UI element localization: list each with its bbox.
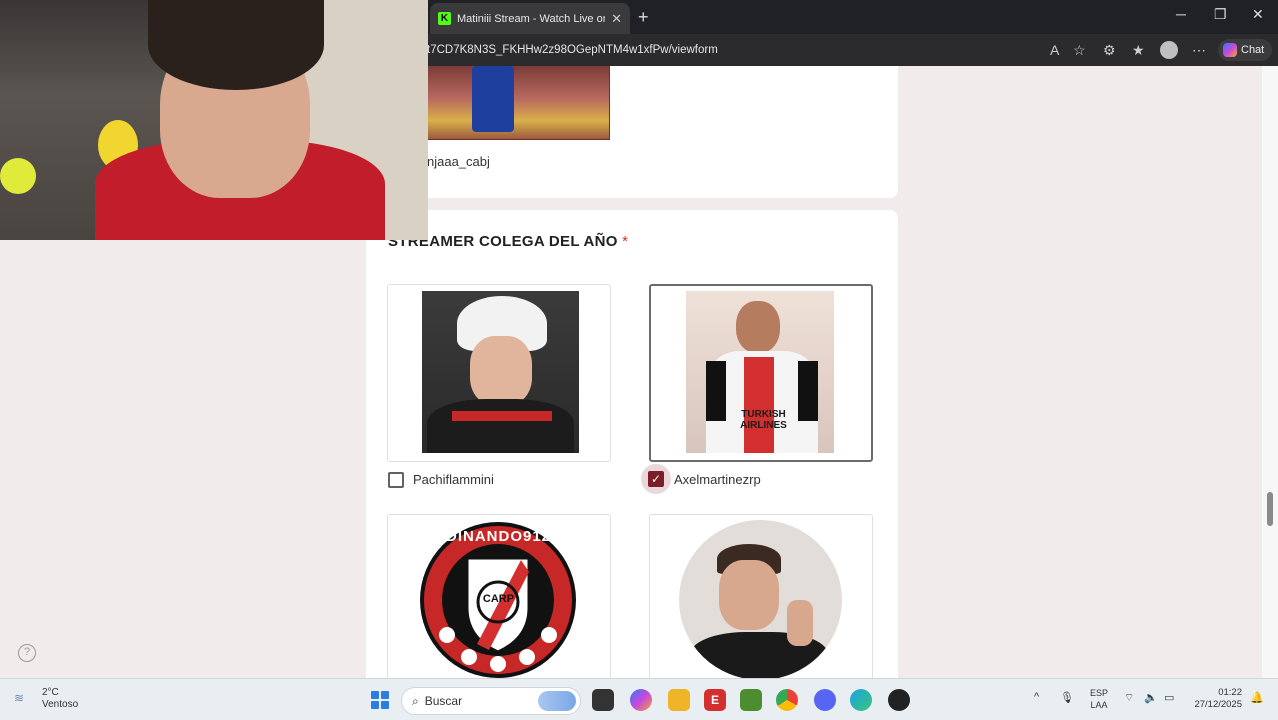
webcam-overlay — [0, 0, 428, 240]
tab-title: Matiniii Stream - Watch Live on Ki — [457, 12, 605, 25]
scrollbar-thumb[interactable] — [1267, 492, 1273, 526]
page-scrollbar[interactable] — [1262, 66, 1278, 678]
read-aloud-icon[interactable]: A — [1050, 42, 1059, 58]
webcam-person-hair — [148, 0, 324, 90]
volume-icon[interactable]: 🔈 — [1144, 691, 1158, 704]
favorites-icon[interactable]: ★ — [1132, 42, 1145, 59]
clock-time: 01:22 — [1218, 687, 1242, 698]
close-window-button[interactable]: ✕ — [1252, 6, 1264, 23]
discord-icon[interactable] — [814, 689, 836, 711]
previous-option-image[interactable] — [427, 66, 610, 140]
copilot-icon — [1223, 43, 1237, 57]
weather-desc: Ventoso — [42, 699, 79, 710]
lang-code: ESP — [1090, 688, 1109, 698]
chat-label: Chat — [1241, 44, 1265, 56]
tray-overflow-icon[interactable]: ^ — [1034, 691, 1039, 703]
chrome-icon[interactable] — [776, 689, 798, 711]
tab-kick-stream[interactable]: K Matiniii Stream - Watch Live on Ki ✕ — [430, 3, 630, 34]
microphone-icon[interactable]: 🎙 — [1060, 691, 1074, 704]
option-label-pachiflammini: Pachiflammini — [413, 472, 494, 487]
checkbox-axelmartinezrp[interactable]: ✓ — [648, 471, 664, 487]
profile-icon[interactable] — [1160, 41, 1178, 59]
tab-close-icon[interactable]: ✕ — [611, 11, 622, 27]
lang-layout: LAA — [1090, 700, 1108, 710]
windows-taskbar: ≋ 2°C Ventoso ⌕ Buscar E ^ 🎙 ESP LAA ⌔ 🔈… — [0, 678, 1278, 720]
badge-name-text: DINANDO912 — [445, 528, 552, 545]
copilot-app-icon[interactable] — [630, 689, 652, 711]
search-highlight-icon — [538, 691, 576, 711]
badge-center-text: CARP — [482, 593, 515, 605]
checkbox-pachiflammini[interactable] — [388, 472, 404, 488]
option-label-axelmartinezrp: Axelmartinezrp — [674, 472, 761, 487]
extensions-icon[interactable]: ⚙ — [1103, 42, 1116, 59]
system-clock[interactable]: 01:22 27/12/2025 — [1190, 687, 1242, 711]
minimize-button[interactable]: ─ — [1176, 6, 1186, 22]
app-e-icon[interactable]: E — [704, 689, 726, 711]
start-button[interactable] — [371, 691, 389, 709]
language-indicator[interactable]: ESP LAA — [1090, 687, 1108, 711]
edge-icon[interactable] — [850, 689, 872, 711]
copilot-chat-button[interactable]: Chat — [1218, 39, 1272, 61]
option-photo-axelmartinezrp: TURKISH AIRLINES — [686, 291, 834, 453]
maximize-button[interactable]: ❐ — [1214, 6, 1227, 23]
clock-date: 27/12/2025 — [1194, 699, 1242, 710]
jersey-sponsor-text: TURKISH AIRLINES — [740, 409, 787, 431]
task-view-icon[interactable] — [592, 689, 614, 711]
more-icon[interactable]: ⋯ — [1192, 42, 1206, 59]
weather-widget[interactable]: ≋ 2°C Ventoso — [14, 687, 78, 711]
file-explorer-icon[interactable] — [668, 689, 690, 711]
help-icon[interactable]: ? — [18, 644, 36, 662]
minecraft-icon[interactable] — [740, 689, 762, 711]
url-field[interactable]: t7CD7K8N3S_FKHHw2z98OGepNTM4w1xfPw/viewf… — [427, 39, 1047, 61]
weather-temp: 2°C — [42, 687, 59, 698]
wifi-icon[interactable]: ⌔ — [1124, 691, 1134, 705]
notification-icon[interactable]: 🔔 — [1250, 691, 1264, 704]
player-figure — [472, 66, 514, 132]
taskbar-search[interactable]: ⌕ Buscar — [401, 687, 581, 715]
battery-icon[interactable]: ▭ — [1164, 691, 1174, 704]
wind-icon: ≋ — [14, 691, 25, 705]
search-placeholder: Buscar — [424, 694, 463, 708]
new-tab-button[interactable]: + — [638, 7, 649, 28]
obs-icon[interactable] — [888, 689, 910, 711]
webcam-ball — [0, 158, 36, 194]
kick-favicon-icon: K — [438, 12, 451, 25]
favorite-star-icon[interactable]: ☆ — [1073, 42, 1086, 59]
required-marker: * — [622, 233, 629, 250]
search-icon: ⌕ — [412, 693, 419, 708]
previous-option-label: njaaa_cabj — [427, 154, 490, 169]
option-photo-thumbs-up — [679, 520, 842, 678]
option-photo-dinando912: DINANDO912 CARP — [417, 520, 580, 678]
option-photo-pachiflammini — [422, 291, 579, 453]
